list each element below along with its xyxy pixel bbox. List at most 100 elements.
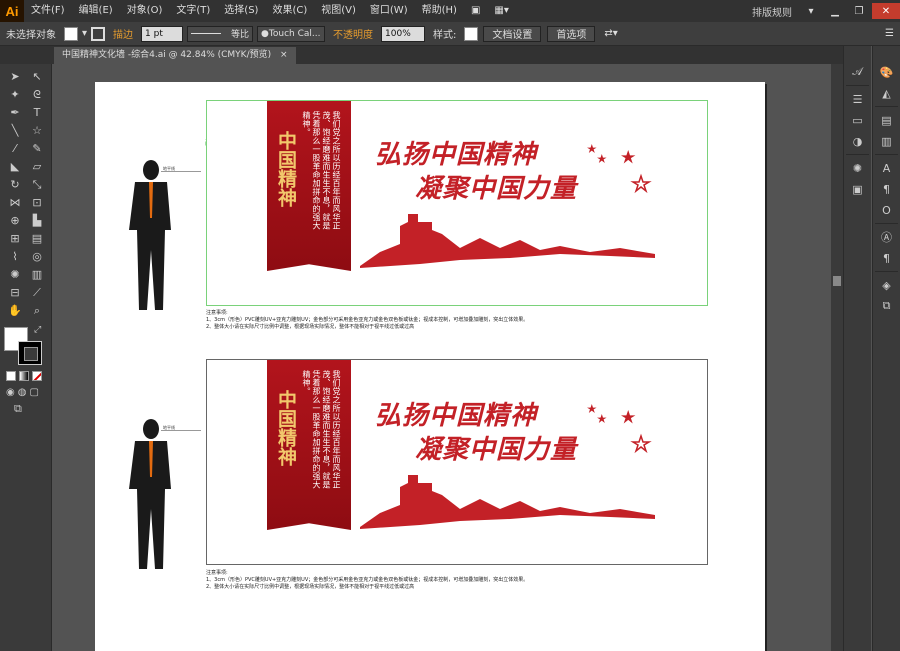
shape-builder-tool-icon[interactable]: ⊕ (5, 212, 25, 229)
artboard: 画框 中国精神 我们党之所以历经百年而风华正茂、饱经磨难而生生不息，就是凭着那么… (95, 82, 765, 651)
direct-selection-tool-icon[interactable]: ↖ (27, 68, 47, 85)
appearance-panel-icon[interactable]: ✺ (848, 159, 868, 177)
fill-dropdown-icon[interactable]: ▾ (80, 28, 89, 39)
gradient-panel-icon[interactable]: ▭ (848, 111, 868, 129)
swatches-panel-icon[interactable]: ▤ (877, 111, 897, 129)
notes-1-line2: 2、整体大小请在实际尺寸比例中调整，根据现场实际情况，整体不能相对于视平线过低或… (206, 324, 415, 330)
blend-tool-icon[interactable]: ◎ (27, 248, 47, 265)
selection-tool-icon[interactable]: ➤ (5, 68, 25, 85)
zoom-tool-icon[interactable]: ⌕ (27, 302, 47, 319)
document-setup-button[interactable]: 文档设置 (483, 25, 542, 42)
paragraph-panel-icon[interactable]: ¶ (877, 180, 897, 198)
gradient-tool-icon[interactable]: ▤ (27, 230, 47, 247)
transparency-panel-icon[interactable]: ◑ (848, 132, 868, 150)
document-tab[interactable]: 中国精神文化墙 -综合4.ai @ 42.84% (CMYK/预览) × (54, 47, 296, 64)
menu-select[interactable]: 选择(S) (217, 0, 265, 22)
close-tab-icon[interactable]: × (280, 50, 288, 60)
workspace-dropdown-icon[interactable]: ▾ (800, 3, 822, 19)
scale-tool-icon[interactable]: ⤡ (27, 176, 47, 193)
mesh-tool-icon[interactable]: ⊞ (5, 230, 25, 247)
hand-tool-icon[interactable]: ✋ (5, 302, 25, 319)
banner-1-title: 中国精神 (275, 131, 297, 207)
swap-colors-icon[interactable]: ⤢ (34, 325, 41, 335)
canvas-area[interactable]: 画框 中国精神 我们党之所以历经百年而风华正茂、饱经磨难而生生不息，就是凭着那么… (53, 64, 831, 651)
panel-menu-icon[interactable]: ☰ (879, 28, 900, 39)
layers-panel-icon[interactable]: ◈ (877, 276, 897, 294)
preferences-button[interactable]: 首选项 (547, 25, 596, 42)
draw-normal-icon[interactable]: ◉ (6, 387, 15, 398)
slogan-1-line1: 弘扬中国精神 (375, 140, 538, 170)
menu-effect[interactable]: 效果(C) (265, 0, 314, 22)
slice-tool-icon[interactable]: ⟋ (27, 284, 47, 301)
menu-file[interactable]: 文件(F) (24, 0, 72, 22)
draw-behind-icon[interactable]: ◍ (18, 387, 27, 398)
free-transform-tool-icon[interactable]: ⊡ (27, 194, 47, 211)
menu-edit[interactable]: 编辑(E) (72, 0, 120, 22)
menu-help[interactable]: 帮助(H) (415, 0, 464, 22)
color-panel-icon[interactable]: 🎨 (877, 63, 897, 81)
pen-tool-icon[interactable]: ✒ (5, 104, 25, 121)
menu-bar: Ai 文件(F) 编辑(E) 对象(O) 文字(T) 选择(S) 效果(C) 视… (0, 0, 900, 22)
stroke-panel-icon[interactable]: ☰ (848, 90, 868, 108)
gradient-mode-icon[interactable] (19, 371, 29, 381)
graphic-styles-panel-icon[interactable]: ▣ (848, 180, 868, 198)
arrange-icon[interactable]: ⇄▾ (598, 28, 623, 39)
symbol-sprayer-tool-icon[interactable]: ✺ (5, 266, 25, 283)
dock-2-separator (875, 106, 898, 107)
arrange-docs-icon[interactable]: ▦▾ (487, 0, 515, 22)
style-swatch[interactable] (464, 26, 479, 41)
document-tab-bar: 中国精神文化墙 -综合4.ai @ 42.84% (CMYK/预览) × (0, 46, 843, 64)
color-guide-panel-icon[interactable]: ◭ (877, 84, 897, 102)
minimize-button[interactable]: ▁ (824, 3, 846, 19)
perspective-grid-tool-icon[interactable]: ▙ (27, 212, 47, 229)
floor-label-2: 地平线 (163, 425, 175, 430)
paintbrush-tool-icon[interactable]: ⁄ (5, 140, 25, 157)
close-button[interactable]: ✕ (872, 3, 900, 19)
opacity-label[interactable]: 不透明度 (327, 26, 379, 41)
column-graph-tool-icon[interactable]: ▥ (27, 266, 47, 283)
workspace-switcher[interactable]: 排版规则 (746, 4, 798, 19)
brush-dropdown[interactable]: ● Touch Cal... (257, 25, 326, 42)
width-tool-icon[interactable]: ⋈ (5, 194, 25, 211)
artboards-panel-icon[interactable]: ⧉ (877, 297, 897, 315)
color-mode-row (0, 367, 51, 385)
draw-inside-icon[interactable]: ▢ (29, 387, 38, 398)
lasso-tool-icon[interactable]: ᘓ (27, 86, 47, 103)
fill-stroke-widget[interactable]: ⤢ (4, 325, 48, 367)
color-mode-icon[interactable] (6, 371, 16, 381)
stroke-color-box[interactable] (18, 341, 42, 365)
character-panel-icon[interactable]: A (877, 159, 897, 177)
bridge-icon[interactable]: ▣ (464, 0, 487, 22)
artboard-tool-icon[interactable]: ⊟ (5, 284, 25, 301)
menu-view[interactable]: 视图(V) (314, 0, 363, 22)
none-mode-icon[interactable] (32, 371, 42, 381)
pencil-tool-icon[interactable]: ✎ (27, 140, 47, 157)
brush-profile-dropdown[interactable]: 等比 (187, 25, 254, 42)
scroll-thumb[interactable] (833, 276, 841, 286)
screen-mode-icon[interactable]: ⧉ (0, 400, 51, 418)
stroke-label[interactable]: 描边 (107, 26, 139, 41)
eyedropper-tool-icon[interactable]: ⌇ (5, 248, 25, 265)
opentype-panel-icon[interactable]: O (877, 201, 897, 219)
blob-brush-tool-icon[interactable]: ◣ (5, 158, 25, 175)
stroke-swatch[interactable] (91, 26, 106, 41)
symbols-panel-icon[interactable]: ▥ (877, 132, 897, 150)
type-tool-icon[interactable]: T (27, 104, 47, 121)
character-styles-panel-icon[interactable]: Ⓐ (877, 228, 897, 246)
menu-type[interactable]: 文字(T) (169, 0, 217, 22)
rotate-tool-icon[interactable]: ↻ (5, 176, 25, 193)
magic-wand-tool-icon[interactable]: ✦ (5, 86, 25, 103)
menu-window[interactable]: 窗口(W) (363, 0, 415, 22)
notes-2-line2: 2、整体大小请在实际尺寸比例中调整，根据现场实际情况，整体不能相对于视平线过低或… (206, 584, 415, 590)
vertical-scrollbar[interactable] (831, 64, 843, 651)
star-tool-icon[interactable]: ☆ (27, 122, 47, 139)
line-tool-icon[interactable]: ╲ (5, 122, 25, 139)
fill-swatch[interactable] (64, 26, 78, 41)
paragraph-styles-panel-icon[interactable]: ¶ (877, 249, 897, 267)
eraser-tool-icon[interactable]: ▱ (27, 158, 47, 175)
menu-object[interactable]: 对象(O) (120, 0, 170, 22)
stroke-weight-field[interactable]: 1 pt (141, 25, 184, 42)
opacity-field[interactable]: 100% (381, 25, 426, 42)
brushes-panel-icon[interactable]: 𝒜 (848, 63, 868, 81)
restore-button[interactable]: ❐ (848, 3, 870, 19)
